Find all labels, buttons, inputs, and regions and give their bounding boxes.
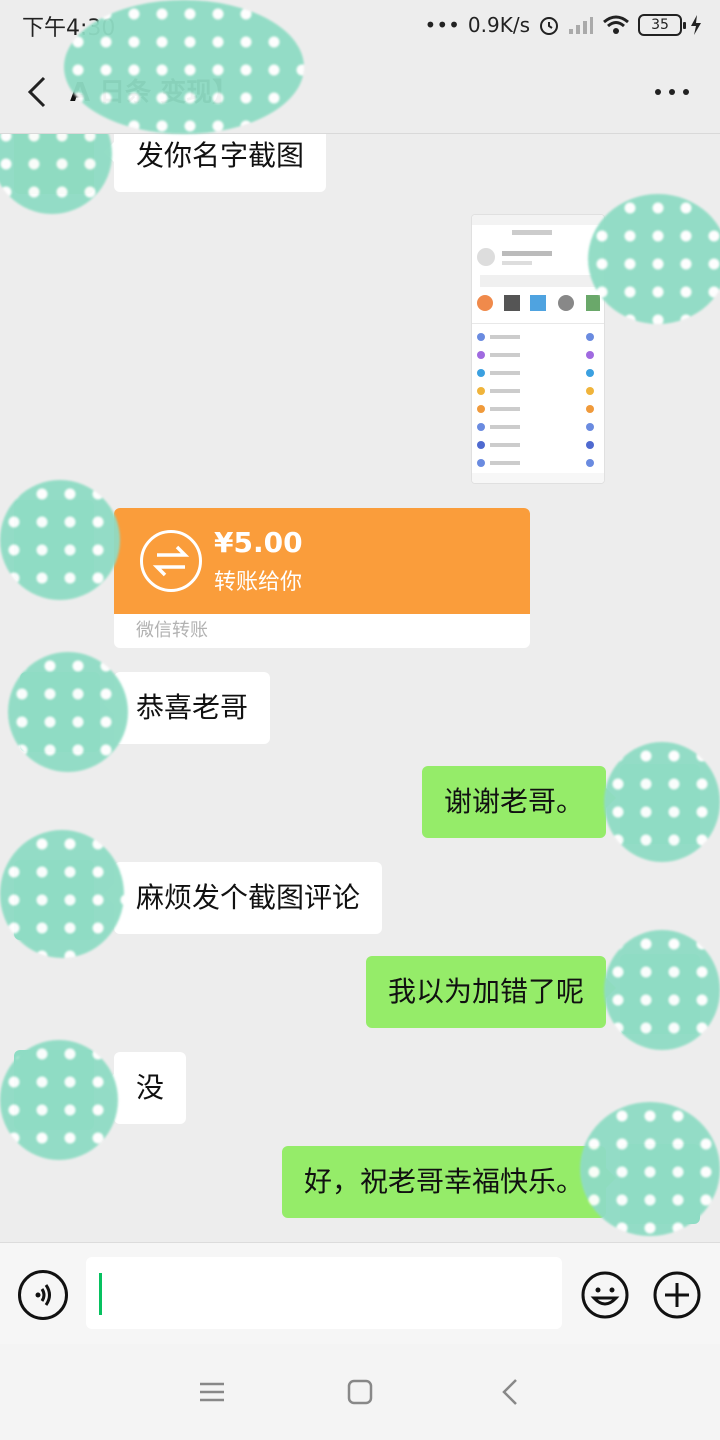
privacy-mask (0, 134, 112, 214)
privacy-mask (588, 194, 720, 324)
privacy-mask (0, 480, 120, 600)
privacy-mask (8, 652, 128, 772)
message-input[interactable] (86, 1257, 562, 1329)
message-bubble[interactable]: 谢谢老哥。 (421, 766, 617, 838)
transfer-footer: 微信转账 (136, 620, 208, 641)
message-bubble[interactable]: 我以为加错了呢 (365, 956, 617, 1028)
system-navigation-bar (0, 1344, 720, 1440)
privacy-mask (0, 1040, 118, 1160)
input-bar (0, 1242, 720, 1344)
chevron-left-icon[interactable] (18, 72, 58, 112)
privacy-mask (580, 1102, 720, 1236)
privacy-mask (0, 830, 124, 958)
privacy-mask (604, 742, 720, 862)
text-cursor (99, 1273, 102, 1315)
more-dots-icon[interactable] (652, 74, 692, 110)
back-icon[interactable] (494, 1374, 530, 1410)
message-bubble[interactable]: 好，祝老哥幸福快乐。 (281, 1146, 617, 1218)
message-bubble[interactable]: 恭喜老哥 (103, 672, 271, 744)
message-bubble[interactable]: 麻烦发个截图评论 (103, 862, 383, 934)
transfer-arrows-icon (140, 530, 202, 592)
alarm-icon (540, 17, 558, 35)
screenshot-thumbnail (472, 215, 604, 483)
wifi-icon (603, 15, 629, 34)
transfer-description: 转账给你 (214, 570, 303, 595)
charging-icon (691, 15, 701, 35)
menu-icon[interactable] (194, 1374, 230, 1410)
status-icons: ••• 0.9K/s 35 (425, 10, 702, 40)
network-speed: 0.9K/s (467, 13, 530, 37)
transfer-card[interactable]: ¥5.00 转账给你 微信转账 (114, 508, 530, 648)
transfer-amount: ¥5.00 (214, 526, 303, 559)
message-bubble[interactable]: 发你名字截图 (103, 134, 327, 192)
privacy-mask (604, 930, 720, 1050)
signal-dots-icon: ••• (424, 13, 460, 37)
battery-icon: 35 (638, 14, 686, 36)
home-icon[interactable] (342, 1374, 378, 1410)
battery-level: 35 (651, 17, 669, 33)
privacy-mask (64, 0, 304, 134)
message-bubble[interactable]: 没 (103, 1052, 187, 1124)
image-message[interactable] (471, 214, 605, 484)
plus-icon[interactable] (652, 1270, 702, 1320)
message-list[interactable]: 发你名字截图 ¥5.00 转账给你 微信转账 恭喜老哥 谢谢老哥。 麻烦发个截图… (0, 134, 720, 1242)
cell-signal-icon (569, 17, 593, 34)
emoji-icon[interactable] (580, 1270, 630, 1320)
voice-icon[interactable] (18, 1270, 68, 1320)
